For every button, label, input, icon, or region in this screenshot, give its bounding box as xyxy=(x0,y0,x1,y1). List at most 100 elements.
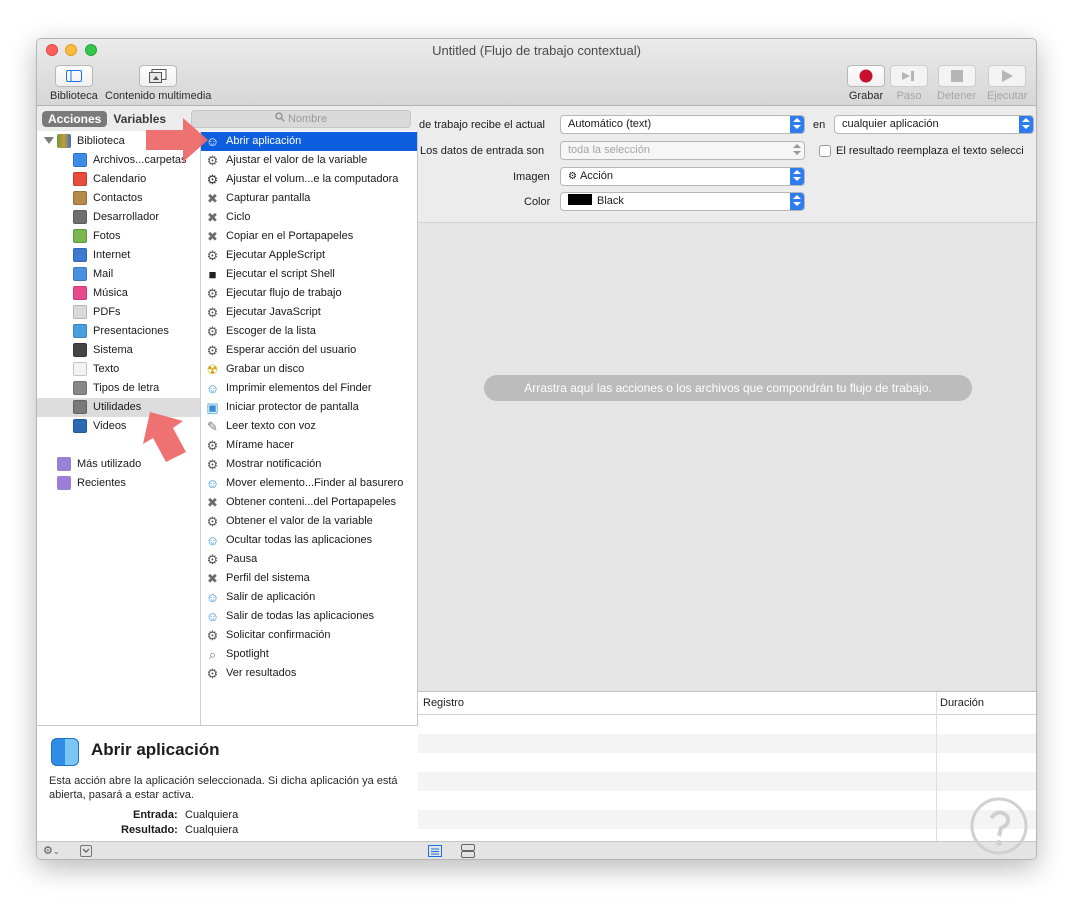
action-list-item[interactable]: ✎ Leer texto con voz xyxy=(201,417,417,436)
action-list-item[interactable]: ☺ Mover elemento...Finder al basurero xyxy=(201,474,417,493)
log-header: Registro Duración xyxy=(418,692,1036,715)
workflow-receives-label: de trabajo recibe el actual xyxy=(419,119,545,131)
sidebar-item[interactable]: Contactos xyxy=(37,189,200,208)
action-list-item[interactable]: ⚙ Ejecutar JavaScript xyxy=(201,303,417,322)
sidebar-item[interactable]: Archivos...carpetas xyxy=(37,151,200,170)
action-list-item[interactable]: ☺ Salir de todas las aplicaciones xyxy=(201,607,417,626)
sidebar-item-recent[interactable]: Recientes xyxy=(37,474,200,493)
action-list-item[interactable]: ▣ Iniciar protector de pantalla xyxy=(201,398,417,417)
smart-folder-icon xyxy=(57,457,71,471)
action-list-item[interactable]: ⚙ Esperar acción del usuario xyxy=(201,341,417,360)
color-popup[interactable]: Black xyxy=(560,192,805,211)
library-mode-segmented-control: Acciones Variables xyxy=(42,111,172,127)
log-row xyxy=(418,772,1036,791)
utilities-icon: ✖ xyxy=(207,495,218,510)
action-list-item[interactable]: ☺ Salir de aplicación xyxy=(201,588,417,607)
action-list-item[interactable]: ☺ Ocultar todas las aplicaciones xyxy=(201,531,417,550)
action-list-item[interactable]: ⚙ Solicitar confirmación xyxy=(201,626,417,645)
sidebar-item[interactable]: PDFs xyxy=(37,303,200,322)
disclosure-triangle-icon[interactable] xyxy=(44,137,54,144)
action-list-item[interactable]: ⚙ Ejecutar AppleScript xyxy=(201,246,417,265)
action-list-item[interactable]: ✖ Obtener conteni...del Portapapeles xyxy=(201,493,417,512)
sidebar-item[interactable]: Desarrollador xyxy=(37,208,200,227)
record-label: Grabar xyxy=(848,90,884,102)
library-root-item[interactable]: Biblioteca xyxy=(37,132,200,151)
sidebar-item-label: Texto xyxy=(93,363,120,375)
action-list-item-label: Mírame hacer xyxy=(226,439,294,451)
split-view-button[interactable] xyxy=(461,844,475,859)
action-list-item[interactable]: ✖ Perfil del sistema xyxy=(201,569,417,588)
input-type-popup[interactable]: Automático (text) xyxy=(560,115,805,134)
library-toggle-button[interactable]: Biblioteca xyxy=(50,65,98,102)
action-list-item[interactable]: ☺ Imprimir elementos del Finder xyxy=(201,379,417,398)
sidebar-item[interactable]: Tipos de letra xyxy=(37,379,200,398)
action-list-item-label: Obtener el valor de la variable xyxy=(226,515,373,527)
system-icon: ⚙ xyxy=(206,172,219,187)
action-list-item[interactable]: ⚙ Ajustar el valor de la variable xyxy=(201,151,417,170)
sidebar-item[interactable]: Utilidades xyxy=(37,398,200,417)
sidebar-item[interactable]: Presentaciones xyxy=(37,322,200,341)
action-list-item[interactable]: ⚙ Obtener el valor de la variable xyxy=(201,512,417,531)
action-list-item[interactable]: ✖ Copiar en el Portapapeles xyxy=(201,227,417,246)
action-list-item[interactable]: ⚙ Escoger de la lista xyxy=(201,322,417,341)
sidebar-item[interactable]: Sistema xyxy=(37,341,200,360)
description-title: Abrir aplicación xyxy=(91,740,220,759)
action-list-item-label: Perfil del sistema xyxy=(226,572,310,584)
step-button[interactable]: Paso xyxy=(890,65,928,102)
sidebar-item-most-used[interactable]: Más utilizado xyxy=(37,455,200,474)
utilities-icon: ✖ xyxy=(207,210,218,225)
sidebar-item[interactable]: Texto xyxy=(37,360,200,379)
sidebar-item-label: Presentaciones xyxy=(93,325,169,337)
list-view-button[interactable] xyxy=(428,844,442,859)
automator-robot-icon: ⚙ xyxy=(206,286,219,301)
action-list-item[interactable]: ⌕ Spotlight xyxy=(201,645,417,664)
record-button[interactable]: Grabar xyxy=(847,65,885,102)
action-list-item[interactable]: ⚙ Ver resultados xyxy=(201,664,417,683)
log-column-registro[interactable]: Registro xyxy=(423,697,464,709)
sidebar-item[interactable]: Música xyxy=(37,284,200,303)
action-list-item[interactable]: ⚙ Pausa xyxy=(201,550,417,569)
text-icon xyxy=(73,362,87,376)
input-is-popup[interactable]: toda la selección xyxy=(560,141,805,160)
action-list-item[interactable]: ⚙ Ejecutar flujo de trabajo xyxy=(201,284,417,303)
sidebar-item[interactable]: Calendario xyxy=(37,170,200,189)
action-list-item[interactable]: ✖ Ciclo xyxy=(201,208,417,227)
tab-actions[interactable]: Acciones xyxy=(42,111,108,127)
action-list-item[interactable]: ☢ Grabar un disco xyxy=(201,360,417,379)
sidebar-item-label: PDFs xyxy=(93,306,121,318)
sidebar-item[interactable]: Internet xyxy=(37,246,200,265)
action-list-item[interactable]: ⚙ Mírame hacer xyxy=(201,436,417,455)
action-list-item[interactable]: ✖ Capturar pantalla xyxy=(201,189,417,208)
sidebar-item-label: Tipos de letra xyxy=(93,382,160,394)
finder-icon xyxy=(51,738,79,766)
sidebar-item[interactable]: Mail xyxy=(37,265,200,284)
media-icon xyxy=(139,65,178,87)
action-search-field[interactable]: Nombre xyxy=(191,110,411,128)
action-list-item-label: Imprimir elementos del Finder xyxy=(226,382,372,394)
action-list-item-label: Mover elemento...Finder al basurero xyxy=(226,477,404,489)
tab-variables[interactable]: Variables xyxy=(107,111,172,127)
action-list-item[interactable]: ☺ Abrir aplicación xyxy=(201,132,417,151)
action-list-item-label: Spotlight xyxy=(226,648,269,660)
stop-button[interactable]: Detener xyxy=(937,65,976,102)
popup-chevron-icon xyxy=(1019,116,1033,133)
terminal-icon: ■ xyxy=(208,267,217,282)
automator-robot-icon: ⚙ xyxy=(206,324,219,339)
action-menu-button[interactable]: ⚙⌄ xyxy=(43,844,60,857)
media-button[interactable]: Contenido multimedia xyxy=(105,65,211,102)
smart-folder-icon xyxy=(57,476,71,490)
run-button[interactable]: Ejecutar xyxy=(987,65,1027,102)
description-toggle-button[interactable] xyxy=(80,845,92,857)
input-is-label: Los datos de entrada son xyxy=(420,145,545,157)
media-label: Contenido multimedia xyxy=(105,90,212,102)
application-popup[interactable]: cualquier aplicación xyxy=(834,115,1034,134)
action-list-item[interactable]: ■ Ejecutar el script Shell xyxy=(201,265,417,284)
sidebar-item[interactable]: Fotos xyxy=(37,227,200,246)
action-list-item[interactable]: ⚙ Mostrar notificación xyxy=(201,455,417,474)
action-list-item[interactable]: ⚙ Ajustar el volum...e la computadora xyxy=(201,170,417,189)
replace-selection-checkbox[interactable] xyxy=(819,145,831,157)
log-column-duracion[interactable]: Duración xyxy=(940,697,984,709)
sidebar-item[interactable]: Videos xyxy=(37,417,200,436)
image-popup[interactable]: ⚙ Acción xyxy=(560,167,805,186)
sidebar-icon xyxy=(54,65,93,87)
